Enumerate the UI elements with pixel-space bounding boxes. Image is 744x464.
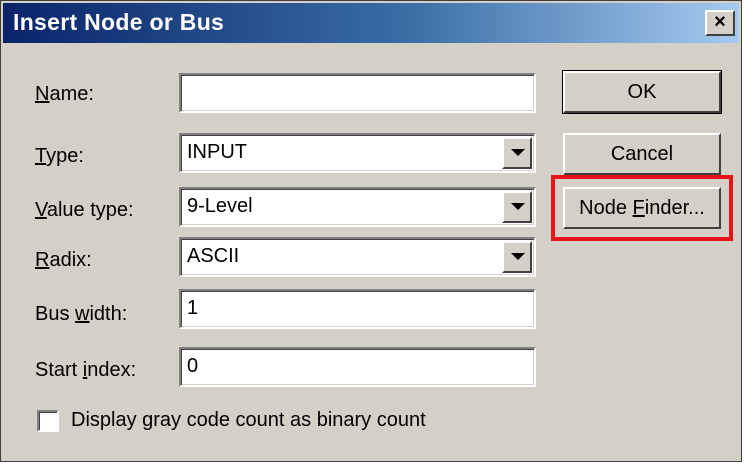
value-type-label: Value type:: [35, 199, 134, 221]
bus-width-label: Bus width:: [35, 303, 128, 325]
dialog-title: Insert Node or Bus: [13, 9, 225, 35]
ok-button[interactable]: OK: [562, 70, 722, 114]
cancel-button[interactable]: Cancel: [563, 133, 721, 175]
type-dropdown-button[interactable]: [502, 137, 532, 169]
radix-dropdown-button[interactable]: [502, 241, 532, 273]
bus-width-value: 1: [187, 297, 199, 319]
value-type-select[interactable]: 9-Level: [179, 187, 536, 227]
insert-node-dialog: Insert Node or Bus × Name: Type: INPUT V…: [0, 0, 742, 462]
value-type-value: 9-Level: [187, 195, 253, 217]
radix-select[interactable]: ASCII: [179, 237, 536, 277]
bus-width-input[interactable]: 1: [179, 289, 536, 329]
type-label: Type:: [35, 145, 84, 167]
type-value: INPUT: [187, 141, 247, 163]
start-index-input[interactable]: 0: [179, 347, 536, 387]
start-index-value: 0: [187, 355, 199, 377]
radix-value: ASCII: [187, 245, 240, 267]
gray-code-checkbox-label[interactable]: Display gray code count as binary count: [71, 409, 426, 432]
title-bar[interactable]: Insert Node or Bus ×: [3, 3, 739, 43]
name-label: Name:: [35, 83, 94, 105]
start-index-label: Start index:: [35, 359, 137, 381]
name-input[interactable]: [179, 73, 536, 113]
type-select[interactable]: INPUT: [179, 133, 536, 173]
close-icon: ×: [714, 11, 726, 33]
value-type-dropdown-button[interactable]: [502, 191, 532, 223]
node-finder-highlight: [551, 175, 733, 241]
close-button[interactable]: ×: [705, 10, 735, 36]
radix-label: Radix:: [35, 249, 92, 271]
gray-code-checkbox[interactable]: [37, 410, 59, 432]
